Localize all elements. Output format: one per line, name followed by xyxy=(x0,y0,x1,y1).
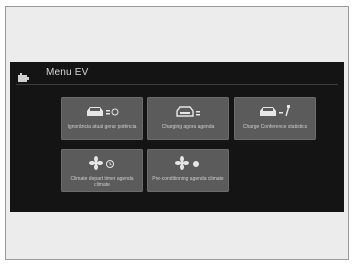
car-timer-icon xyxy=(61,104,143,120)
tile-1-label: Ignorância atual gerar potência xyxy=(67,124,137,130)
tile-1[interactable]: Ignorância atual gerar potência xyxy=(61,97,143,140)
fan-timer-icon xyxy=(61,156,143,172)
fan-climate-icon xyxy=(147,156,229,172)
car-plug-icon xyxy=(234,104,316,120)
tile-2[interactable]: Charging agora agenda xyxy=(147,97,229,140)
battery-icon xyxy=(18,69,30,82)
tile-4-label: Climate depart timer agenda climate xyxy=(70,176,134,188)
tile-4[interactable]: Climate depart timer agenda climate xyxy=(61,149,143,192)
ev-menu-screen: Menu EV Ignorância atual gerar potência xyxy=(10,62,344,212)
header-divider xyxy=(16,84,338,85)
car-charge-icon xyxy=(147,104,229,120)
screen-title: Menu EV xyxy=(46,67,89,78)
manual-figure-frame: Menu EV Ignorância atual gerar potência xyxy=(5,6,349,260)
tile-5[interactable]: Pre-conditioning agenda climate xyxy=(147,149,229,192)
tile-5-label: Pre-conditioning agenda climate xyxy=(152,176,224,182)
screen-header: Menu EV xyxy=(10,62,344,84)
tile-3-label: Charge Conference statistics xyxy=(242,124,308,130)
tile-2-label: Charging agora agenda xyxy=(161,124,215,130)
tile-3[interactable]: Charge Conference statistics xyxy=(234,97,316,140)
